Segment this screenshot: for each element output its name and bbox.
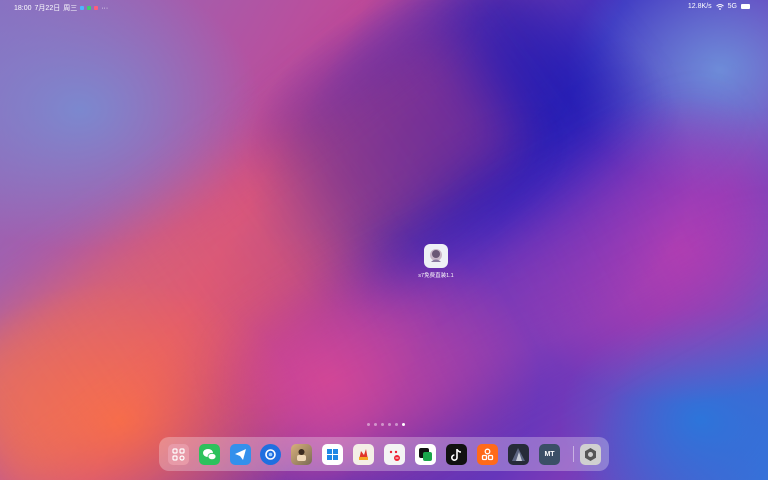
page-dot[interactable] [388, 423, 391, 426]
app-label: s7免费直装1.1 [418, 273, 454, 279]
notification-icon [94, 6, 99, 10]
page-dot-active[interactable] [402, 423, 405, 426]
status-bar: 18:00 7月22日 周三 ··· 12.8K/s 5G [0, 0, 768, 16]
page-indicator [367, 423, 405, 426]
grid-icon[interactable] [168, 444, 189, 465]
more-notifications-icon: ··· [101, 4, 109, 12]
notification-icon [80, 6, 85, 10]
photo-icon[interactable] [291, 444, 312, 465]
tiktok-icon[interactable] [446, 444, 467, 465]
hexagon-icon[interactable] [580, 444, 601, 465]
wifi-icon [715, 3, 724, 10]
battery-icon [741, 4, 750, 9]
notification-icon [87, 6, 92, 10]
status-weekday: 周三 [63, 5, 78, 12]
wallpaper [0, 0, 768, 480]
network-speed: 12.8K/s [687, 3, 712, 10]
page-dot[interactable] [395, 423, 398, 426]
desktop-app[interactable]: s7免费直装1.1 [418, 244, 454, 279]
status-date: 7月22日 [34, 5, 61, 12]
dock-divider [573, 446, 574, 462]
orange-app-icon[interactable] [477, 444, 498, 465]
wechat-icon[interactable] [199, 444, 220, 465]
page-dot[interactable] [381, 423, 384, 426]
game-icon[interactable] [353, 444, 374, 465]
tiles-icon[interactable] [322, 444, 343, 465]
page-dot[interactable] [374, 423, 377, 426]
signal-label: 5G [727, 3, 737, 10]
browser-icon[interactable] [260, 444, 281, 465]
mt-label: MT [544, 451, 555, 458]
dice-icon[interactable] [384, 444, 405, 465]
mt-icon[interactable]: MT [539, 444, 560, 465]
dock: MT [159, 437, 609, 471]
dark-game-icon[interactable] [508, 444, 529, 465]
paper-plane-icon[interactable] [230, 444, 251, 465]
page-dot[interactable] [367, 423, 370, 426]
app-icon [424, 244, 448, 268]
status-time: 18:00 [14, 4, 32, 12]
green-square-icon[interactable] [415, 444, 436, 465]
